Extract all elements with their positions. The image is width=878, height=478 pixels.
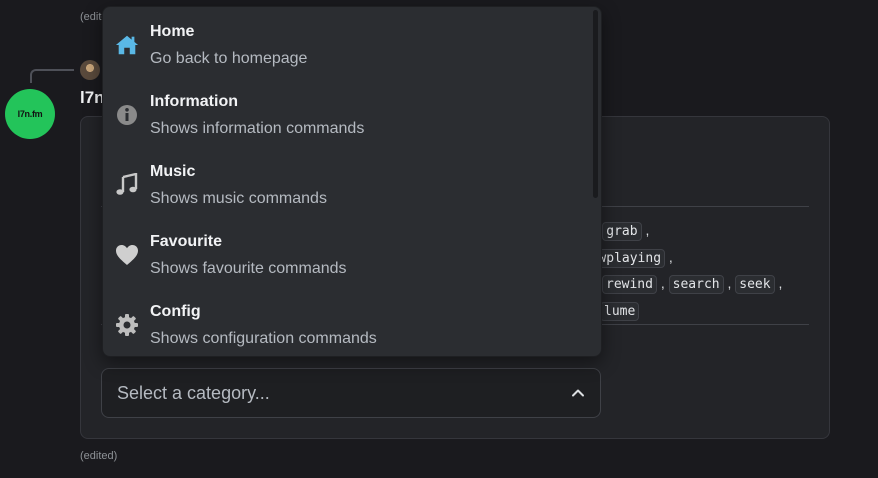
command-code: seek xyxy=(735,275,775,294)
select-placeholder: Select a category... xyxy=(117,383,270,403)
command-code: lume xyxy=(600,301,640,321)
command-line-4: lume xyxy=(600,298,820,325)
option-label: Music xyxy=(150,163,196,180)
option-information[interactable]: Information Shows information commands xyxy=(103,81,593,151)
option-music[interactable]: Music Shows music commands xyxy=(103,151,593,221)
heart-icon xyxy=(115,243,139,267)
category-dropdown-menu: Home Go back to homepage Information Sho… xyxy=(102,6,602,357)
command-code: rewind xyxy=(602,275,657,294)
command-separator: , xyxy=(641,222,650,238)
option-description: Shows configuration commands xyxy=(150,330,377,347)
option-home[interactable]: Home Go back to homepage xyxy=(103,11,593,81)
bot-avatar-text: l7n.fm xyxy=(17,109,43,119)
option-label: Config xyxy=(150,303,201,320)
dropdown-scrollbar[interactable] xyxy=(593,10,598,198)
info-icon xyxy=(115,103,139,127)
option-config[interactable]: Config Shows configuration commands xyxy=(103,291,593,356)
gear-icon xyxy=(115,313,139,337)
command-separator: , xyxy=(723,275,736,291)
command-line-3: rewind , search , seek , xyxy=(602,271,820,298)
bot-username[interactable]: l7n xyxy=(80,88,105,108)
option-label: Home xyxy=(150,23,195,40)
option-description: Shows information commands xyxy=(150,120,365,137)
command-separator: , xyxy=(774,275,783,291)
chevron-up-icon xyxy=(572,389,584,397)
option-favourite[interactable]: Favourite Shows favourite commands xyxy=(103,221,593,291)
house-icon xyxy=(115,33,139,57)
reply-avatar[interactable] xyxy=(80,60,100,80)
option-description: Shows favourite commands xyxy=(150,260,347,277)
category-select[interactable]: Select a category... xyxy=(101,368,601,418)
command-code: grab xyxy=(602,222,642,241)
command-separator: , xyxy=(656,275,669,291)
option-label: Information xyxy=(150,93,238,110)
option-description: Shows music commands xyxy=(150,190,327,207)
command-code: search xyxy=(668,275,724,294)
option-label: Favourite xyxy=(150,233,223,250)
edited-label-bottom: (edited) xyxy=(80,450,118,462)
command-separator: , xyxy=(665,248,673,265)
option-description: Go back to homepage xyxy=(150,50,308,67)
discord-chat-view: (edited) l7n.fm l7n , forward , grab , ,… xyxy=(0,0,878,478)
reply-connector xyxy=(30,69,74,83)
bot-avatar[interactable]: l7n.fm xyxy=(5,89,55,139)
music-note-icon xyxy=(115,173,139,197)
